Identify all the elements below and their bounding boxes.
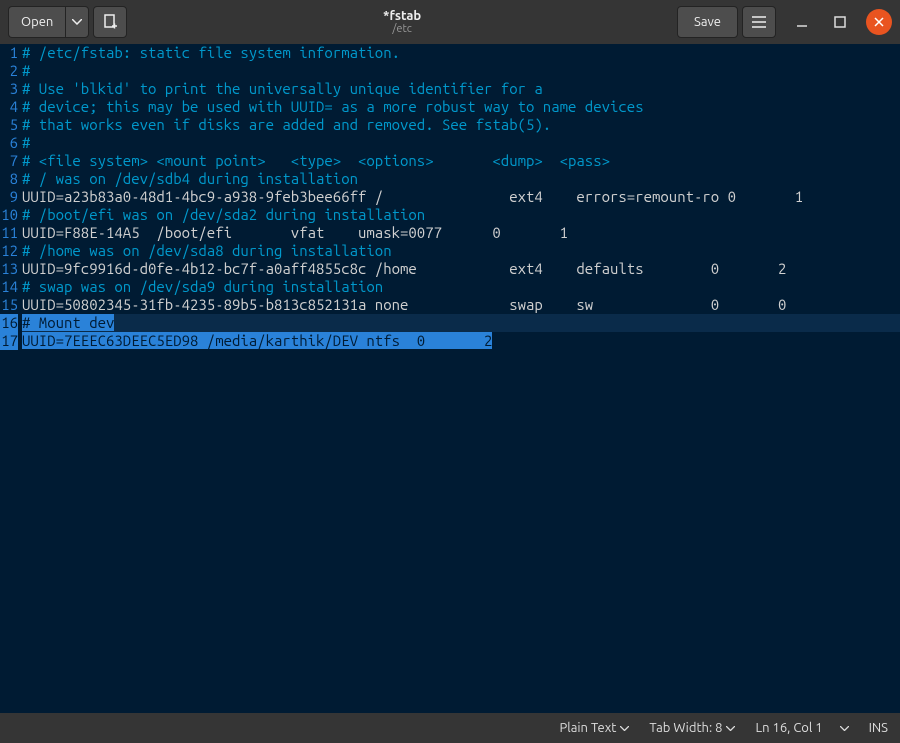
new-document-icon xyxy=(102,14,118,30)
code-text: UUID=F88E-14A5 /boot/efi vfat umask=0077… xyxy=(22,224,568,241)
header-bar: Open *fstab /etc Save xyxy=(0,0,900,44)
chevron-down-icon xyxy=(840,726,849,731)
code-text: # /etc/fstab: static file system informa… xyxy=(22,44,400,61)
window-controls xyxy=(790,9,892,35)
hamburger-icon xyxy=(752,16,766,28)
line-number: 9 xyxy=(0,188,18,206)
tab-width-label: Tab Width: 8 xyxy=(649,721,722,735)
status-bar: Plain Text Tab Width: 8 Ln 16, Col 1 INS xyxy=(0,713,900,743)
line-number: 5 xyxy=(0,116,18,134)
line-number: 3 xyxy=(0,80,18,98)
hamburger-menu-button[interactable] xyxy=(742,6,776,38)
line-number: 8 xyxy=(0,170,18,188)
code-line[interactable]: # <file system> <mount point> <type> <op… xyxy=(22,152,900,170)
code-line[interactable]: UUID=50802345-31fb-4235-89b5-b813c852131… xyxy=(22,296,900,314)
code-text: # swap was on /dev/sda9 during installat… xyxy=(22,278,383,295)
code-text: # xyxy=(22,134,30,151)
chevron-down-icon xyxy=(72,19,82,25)
syntax-mode-selector[interactable]: Plain Text xyxy=(560,721,630,735)
code-text: UUID=9fc9916d-d0fe-4b12-bc7f-a0aff4855c8… xyxy=(22,260,786,277)
line-number: 15 xyxy=(0,296,18,314)
code-text: UUID=a23b83a0-48d1-4bc9-a938-9feb3bee66f… xyxy=(22,188,803,205)
insert-mode-indicator[interactable]: INS xyxy=(869,721,888,735)
line-number: 16 xyxy=(0,314,18,332)
code-line[interactable]: UUID=a23b83a0-48d1-4bc9-a938-9feb3bee66f… xyxy=(22,188,900,206)
open-dropdown-button[interactable] xyxy=(65,6,89,38)
code-line[interactable]: # /etc/fstab: static file system informa… xyxy=(22,44,900,62)
chevron-down-icon xyxy=(620,726,629,731)
line-number: 12 xyxy=(0,242,18,260)
line-number: 7 xyxy=(0,152,18,170)
maximize-button[interactable] xyxy=(828,10,852,34)
code-line[interactable]: UUID=7EEEC63DEEC5ED98 /media/karthik/DEV… xyxy=(22,332,900,350)
code-line[interactable]: # Use 'blkid' to print the universally u… xyxy=(22,80,900,98)
save-button[interactable]: Save xyxy=(677,6,738,38)
line-number: 4 xyxy=(0,98,18,116)
tab-width-selector[interactable]: Tab Width: 8 xyxy=(649,721,735,735)
code-text: UUID=50802345-31fb-4235-89b5-b813c852131… xyxy=(22,296,786,313)
title-area: *fstab /etc xyxy=(131,9,673,35)
code-line[interactable]: # xyxy=(22,134,900,152)
code-line[interactable]: # / was on /dev/sdb4 during installation xyxy=(22,170,900,188)
code-text: # / was on /dev/sdb4 during installation xyxy=(22,170,358,187)
code-line[interactable]: UUID=9fc9916d-d0fe-4b12-bc7f-a0aff4855c8… xyxy=(22,260,900,278)
maximize-icon xyxy=(834,16,846,28)
line-number: 2 xyxy=(0,62,18,80)
line-number: 13 xyxy=(0,260,18,278)
code-text: # xyxy=(22,62,30,79)
line-number: 17 xyxy=(0,332,18,350)
line-number-gutter: 1234567891011121314151617 xyxy=(0,44,22,713)
code-text: # device; this may be used with UUID= as… xyxy=(22,98,644,115)
code-line[interactable]: UUID=F88E-14A5 /boot/efi vfat umask=0077… xyxy=(22,224,900,242)
close-icon xyxy=(874,17,884,27)
code-content[interactable]: # /etc/fstab: static file system informa… xyxy=(22,44,900,713)
code-line[interactable]: # that works even if disks are added and… xyxy=(22,116,900,134)
document-title: *fstab xyxy=(383,9,421,23)
new-tab-button[interactable] xyxy=(93,6,127,38)
code-line[interactable]: # xyxy=(22,62,900,80)
line-number: 6 xyxy=(0,134,18,152)
code-line[interactable]: # device; this may be used with UUID= as… xyxy=(22,98,900,116)
editor-area[interactable]: 1234567891011121314151617 # /etc/fstab: … xyxy=(0,44,900,713)
close-button[interactable] xyxy=(866,9,892,35)
open-button[interactable]: Open xyxy=(8,6,65,38)
minimize-icon xyxy=(796,16,808,28)
line-number: 14 xyxy=(0,278,18,296)
code-text: # Mount dev xyxy=(22,314,114,331)
code-line[interactable]: # /home was on /dev/sda8 during installa… xyxy=(22,242,900,260)
line-number: 11 xyxy=(0,224,18,242)
chevron-down-icon xyxy=(726,726,735,731)
cursor-position-label: Ln 16, Col 1 xyxy=(755,721,822,735)
code-line[interactable]: # Mount dev xyxy=(22,314,900,332)
code-line[interactable]: # swap was on /dev/sda9 during installat… xyxy=(22,278,900,296)
document-path: /etc xyxy=(392,23,411,35)
open-button-group: Open xyxy=(8,6,89,38)
code-text: # <file system> <mount point> <type> <op… xyxy=(22,152,610,169)
line-number: 10 xyxy=(0,206,18,224)
code-line[interactable]: # /boot/efi was on /dev/sda2 during inst… xyxy=(22,206,900,224)
code-text: # Use 'blkid' to print the universally u… xyxy=(22,80,543,97)
code-text: UUID=7EEEC63DEEC5ED98 /media/karthik/DEV… xyxy=(22,332,492,349)
code-text: # /home was on /dev/sda8 during installa… xyxy=(22,242,392,259)
syntax-mode-label: Plain Text xyxy=(560,721,617,735)
code-text: # that works even if disks are added and… xyxy=(22,116,551,133)
cursor-position-selector[interactable]: Ln 16, Col 1 xyxy=(755,721,848,735)
code-text: # /boot/efi was on /dev/sda2 during inst… xyxy=(22,206,425,223)
line-number: 1 xyxy=(0,44,18,62)
minimize-button[interactable] xyxy=(790,10,814,34)
